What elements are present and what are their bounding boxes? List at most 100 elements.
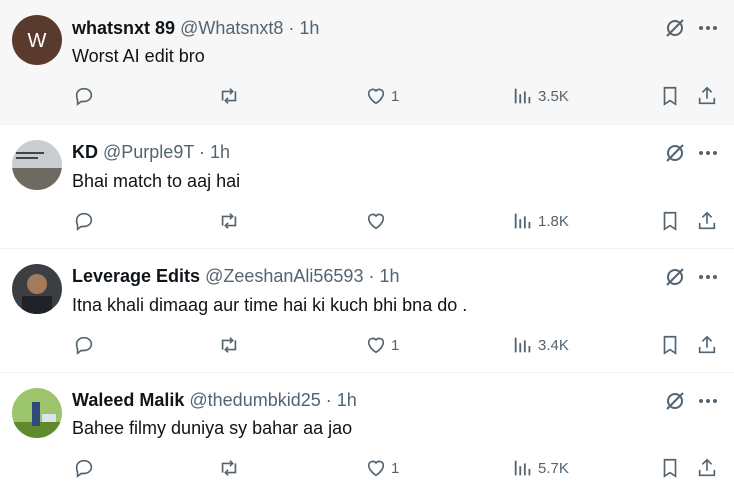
bookmark-button[interactable]	[659, 456, 681, 480]
retweet-button[interactable]	[218, 84, 240, 108]
bookmark-icon	[663, 458, 677, 478]
retweet-button[interactable]	[218, 209, 240, 233]
views-icon	[514, 88, 531, 104]
tweet-text: Worst AI edit bro	[72, 46, 205, 66]
avatar[interactable]	[12, 140, 62, 190]
view-count: 1.8K	[538, 212, 569, 230]
like-count: 1	[391, 336, 400, 354]
more-icon[interactable]	[696, 16, 720, 40]
views-icon	[514, 460, 531, 476]
reply-button[interactable]	[73, 333, 95, 357]
grok-icon[interactable]	[663, 265, 687, 289]
svg-text:W: W	[28, 30, 47, 52]
avatar-image	[12, 140, 62, 190]
reply-icon	[75, 87, 93, 106]
heart-icon	[367, 88, 385, 105]
view-count: 3.4K	[538, 336, 569, 354]
views-button[interactable]: 5.7K	[512, 456, 569, 480]
share-icon	[698, 211, 716, 230]
retweet-icon	[221, 460, 237, 476]
like-count: 1	[391, 459, 400, 477]
display-name[interactable]: whatsnxt 89	[72, 18, 175, 38]
bookmark-button[interactable]	[659, 333, 681, 357]
views-button[interactable]: 1.8K	[512, 209, 569, 233]
separator-dot: ·	[288, 18, 295, 38]
tweet[interactable]: W whatsnxt 89 @Whatsnxt8 · 1h Worst AI e…	[0, 0, 734, 125]
like-button[interactable]: 1	[365, 84, 399, 108]
retweet-button[interactable]	[218, 456, 240, 480]
heart-icon	[367, 337, 385, 354]
like-button[interactable]	[365, 209, 391, 233]
share-button[interactable]	[696, 333, 718, 357]
bookmark-button[interactable]	[659, 84, 681, 108]
grok-icon[interactable]	[663, 389, 687, 413]
timestamp[interactable]: 1h	[210, 142, 230, 162]
tweet-header: KD @Purple9T · 1h	[72, 140, 230, 164]
share-button[interactable]	[696, 209, 718, 233]
tweet-header: Leverage Edits @ZeeshanAli56593 · 1h	[72, 264, 400, 288]
avatar[interactable]	[12, 388, 62, 438]
bookmark-icon	[663, 86, 677, 106]
views-icon	[514, 337, 531, 353]
reply-icon	[75, 212, 93, 231]
reply-icon	[75, 336, 93, 355]
share-icon	[698, 86, 716, 105]
tweet-header: Waleed Malik @thedumbkid25 · 1h	[72, 388, 357, 412]
views-icon	[514, 213, 531, 229]
grok-icon[interactable]	[663, 141, 687, 165]
tweet-text: Bahee filmy duniya sy bahar aa jao	[72, 418, 353, 438]
avatar-image	[12, 388, 62, 438]
reply-button[interactable]	[73, 456, 95, 480]
user-handle[interactable]: @thedumbkid25	[189, 390, 320, 410]
share-icon	[698, 335, 716, 354]
separator-dot: ·	[199, 142, 206, 162]
avatar[interactable]: W	[12, 15, 62, 65]
user-handle[interactable]: @Whatsnxt8	[180, 18, 283, 38]
views-button[interactable]: 3.4K	[512, 333, 569, 357]
like-count: 1	[391, 87, 400, 105]
user-handle[interactable]: @ZeeshanAli56593	[205, 266, 363, 286]
more-icon[interactable]	[696, 389, 720, 413]
tweet-text: Bhai match to aaj hai	[72, 171, 241, 191]
user-handle[interactable]: @Purple9T	[103, 142, 194, 162]
share-button[interactable]	[696, 84, 718, 108]
timestamp[interactable]: 1h	[337, 390, 357, 410]
view-count: 3.5K	[538, 87, 569, 105]
separator-dot: ·	[325, 390, 332, 410]
grok-icon[interactable]	[663, 16, 687, 40]
separator-dot: ·	[368, 266, 375, 286]
avatar[interactable]	[12, 264, 62, 314]
more-icon[interactable]	[696, 265, 720, 289]
display-name[interactable]: Waleed Malik	[72, 390, 184, 410]
reply-feed: W whatsnxt 89 @Whatsnxt8 · 1h Worst AI e…	[0, 0, 734, 484]
bookmark-icon	[663, 211, 677, 231]
display-name[interactable]: Leverage Edits	[72, 266, 200, 286]
timestamp[interactable]: 1h	[380, 266, 400, 286]
retweet-icon	[221, 213, 237, 229]
like-button[interactable]: 1	[365, 333, 399, 357]
heart-icon	[367, 213, 385, 230]
tweet-header: whatsnxt 89 @Whatsnxt8 · 1h	[72, 16, 319, 40]
like-button[interactable]: 1	[365, 456, 399, 480]
tweet[interactable]: KD @Purple9T · 1h Bhai match to aaj hai …	[0, 125, 734, 249]
more-icon[interactable]	[696, 141, 720, 165]
timestamp[interactable]: 1h	[299, 18, 319, 38]
view-count: 5.7K	[538, 459, 569, 477]
reply-button[interactable]	[73, 84, 95, 108]
share-button[interactable]	[696, 456, 718, 480]
display-name[interactable]: KD	[72, 142, 98, 162]
reply-button[interactable]	[73, 209, 95, 233]
reply-icon	[75, 459, 93, 478]
tweet-text: Itna khali dimaag aur time hai ki kuch b…	[72, 295, 468, 315]
share-icon	[698, 458, 716, 477]
tweet[interactable]: Waleed Malik @thedumbkid25 · 1h Bahee fi…	[0, 373, 734, 484]
bookmark-button[interactable]	[659, 209, 681, 233]
heart-icon	[367, 460, 385, 477]
bookmark-icon	[663, 335, 677, 355]
retweet-icon	[221, 337, 237, 353]
retweet-icon	[221, 88, 237, 104]
avatar-image	[12, 264, 62, 314]
tweet[interactable]: Leverage Edits @ZeeshanAli56593 · 1h Itn…	[0, 249, 734, 373]
retweet-button[interactable]	[218, 333, 240, 357]
views-button[interactable]: 3.5K	[512, 84, 569, 108]
